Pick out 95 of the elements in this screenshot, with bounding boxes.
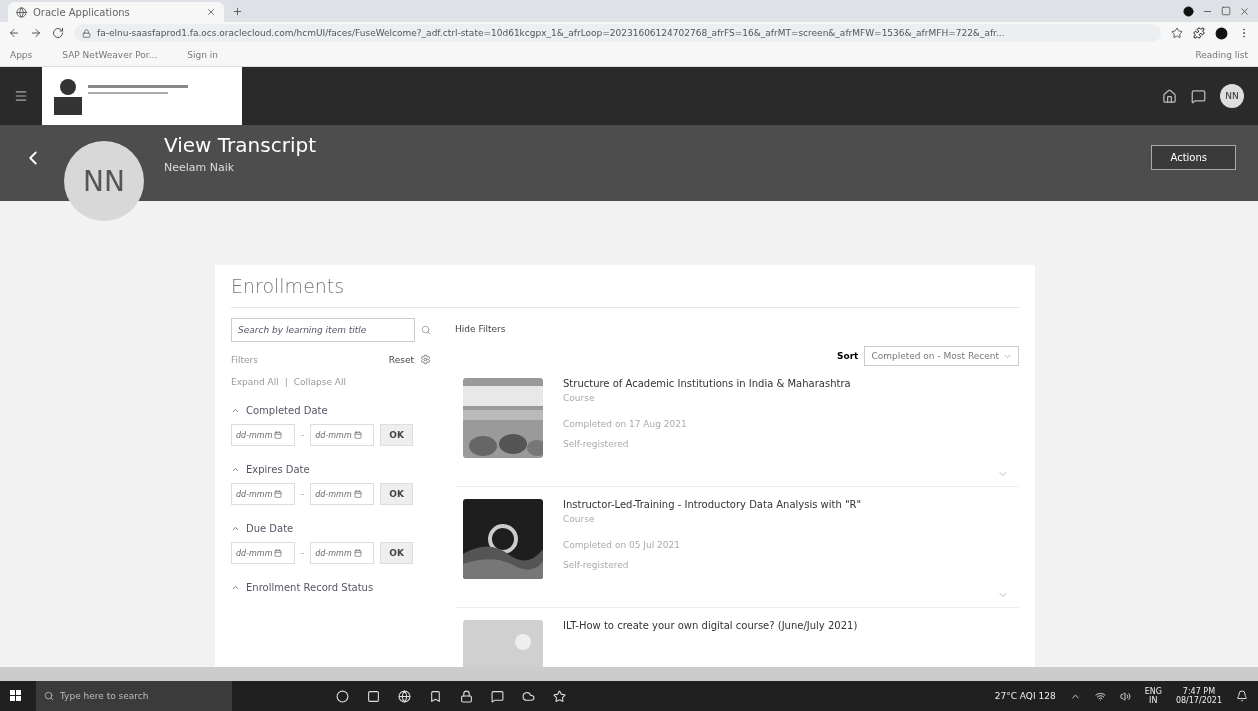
person-avatar: NN <box>64 141 144 221</box>
profile-icon[interactable] <box>1183 5 1194 17</box>
filter-group-label: Due Date <box>246 523 294 534</box>
filter-group-toggle[interactable]: Expires Date <box>231 464 431 475</box>
registration-status: Self-registered <box>563 560 630 570</box>
chevron-up-icon <box>231 524 240 533</box>
calendar-icon[interactable] <box>353 549 362 557</box>
person-name: Neelam Naik <box>164 161 236 174</box>
clock-date[interactable]: 08/17/2021 <box>1175 696 1222 705</box>
back-icon[interactable] <box>8 27 20 39</box>
filter-group-label: Enrollment Record Status <box>246 582 374 593</box>
browser-tab[interactable]: Oracle Applications <box>8 2 224 22</box>
calendar-icon[interactable] <box>274 490 283 498</box>
address-bar[interactable]: fa-elnu-saasfaprod1.fa.ocs.oraclecloud.com/hcmUI/faces/FuseWelcome?_adf.ctrl-state=10d61kcgpx_1&_afrLoop=20231606124702768_afrFS=16&_afrMT=screen&_afrMFW=1536&_afrMFH=722&_afr... <box>74 24 1161 42</box>
user-avatar[interactable]: NN <box>1220 84 1244 108</box>
volume-icon[interactable] <box>1119 690 1131 702</box>
bookmark[interactable]: Reading list <box>1195 50 1248 60</box>
date-field[interactable]: dd-mmm <box>231 424 295 446</box>
reset-link[interactable]: Reset <box>388 354 414 365</box>
range-separator: - <box>301 430 305 440</box>
calendar-icon[interactable] <box>274 431 283 439</box>
puzzle-icon[interactable] <box>1193 27 1205 39</box>
hide-filters-link[interactable]: Hide Filters <box>455 324 1019 334</box>
chevron-up-icon <box>231 465 240 474</box>
item-type: Course <box>563 514 596 524</box>
ok-button[interactable]: OK <box>380 542 413 564</box>
sort-label: Sort <box>837 351 859 361</box>
horizontal-scrollbar[interactable] <box>0 667 1258 681</box>
taskbar-app-icon[interactable] <box>429 689 442 703</box>
menu-icon[interactable] <box>14 89 28 103</box>
clock-time[interactable]: 7:47 PM <box>1182 687 1216 696</box>
taskbar-app-icon[interactable] <box>491 689 504 703</box>
bookmark[interactable]: Sign in <box>187 50 219 60</box>
language-text[interactable]: ENG <box>1144 687 1162 696</box>
forward-icon[interactable] <box>30 27 42 39</box>
taskbar-app-icon[interactable] <box>522 689 535 703</box>
date-field[interactable]: dd-mmm <box>231 542 295 564</box>
weather-text: 27°C AQI 128 <box>994 691 1056 701</box>
range-separator: - <box>301 548 305 558</box>
calendar-icon[interactable] <box>274 549 283 557</box>
ok-button[interactable]: OK <box>380 424 413 446</box>
date-field[interactable]: dd-mmm <box>310 424 375 446</box>
bookmark[interactable]: Apps <box>10 50 33 60</box>
completion-date: Completed on 05 Jul 2021 <box>563 540 681 550</box>
actions-button[interactable]: Actions <box>1151 145 1236 170</box>
filter-group-label: Completed Date <box>246 405 328 416</box>
star-icon[interactable] <box>1171 27 1183 39</box>
home-icon[interactable] <box>1162 88 1177 104</box>
course-title[interactable]: ILT-How to create your own digital course? (June/July 2021) <box>563 620 858 631</box>
date-field[interactable]: dd-mmm <box>231 483 295 505</box>
date-field[interactable]: dd-mmm <box>310 542 375 564</box>
search-icon <box>44 691 54 701</box>
lock-icon <box>82 28 91 38</box>
filter-group-toggle[interactable]: Enrollment Record Status <box>231 582 431 593</box>
restore-icon[interactable] <box>1221 6 1231 16</box>
close-icon[interactable] <box>1239 5 1250 17</box>
registration-status: Self-registered <box>563 439 630 449</box>
filter-group-label: Expires Date <box>246 464 310 475</box>
item-type: Course <box>563 393 596 403</box>
taskbar-app-icon[interactable] <box>460 689 473 703</box>
messages-icon[interactable] <box>1191 88 1206 104</box>
taskbar-app-icon[interactable] <box>398 689 411 703</box>
notifications-icon[interactable] <box>1236 690 1248 702</box>
calendar-icon[interactable] <box>353 490 362 498</box>
page-icon <box>16 6 27 18</box>
filter-group-toggle[interactable]: Completed Date <box>231 405 431 416</box>
taskbar-app-icon[interactable] <box>367 689 380 703</box>
course-title[interactable]: Structure of Academic Institutions in India & Maharashtra <box>563 378 851 389</box>
ok-button[interactable]: OK <box>380 483 413 505</box>
windows-icon[interactable] <box>10 690 22 702</box>
range-separator: - <box>301 489 305 499</box>
new-tab-icon[interactable] <box>232 5 243 17</box>
reload-icon[interactable] <box>52 27 64 39</box>
search-field[interactable]: Search by learning item title <box>231 318 415 342</box>
completion-date: Completed on 17 Aug 2021 <box>563 419 688 429</box>
bookmark[interactable]: SAP NetWeaver Por... <box>62 50 158 60</box>
taskbar-app-icon[interactable] <box>553 689 566 703</box>
wifi-icon[interactable] <box>1094 690 1106 702</box>
section-title: Enrollments <box>231 275 1019 308</box>
sort-dropdown[interactable]: Completed on - Most Recent <box>864 346 1019 366</box>
region-text[interactable]: IN <box>1149 696 1158 705</box>
filters-label: Filters <box>231 354 258 365</box>
settings-icon[interactable] <box>420 354 431 365</box>
course-title[interactable]: Instructor-Led-Training - Introductory Data Analysis with "R" <box>563 499 862 510</box>
filter-group-toggle[interactable]: Due Date <box>231 523 431 534</box>
page-title: View Transcript <box>164 133 316 157</box>
chevron-up-icon <box>231 583 240 592</box>
link-separator: | <box>284 377 288 387</box>
taskbar-search[interactable]: Type here to search <box>36 681 232 711</box>
taskbar-app-icon[interactable] <box>336 689 349 703</box>
chevron-up-icon <box>231 406 240 415</box>
profile-icon[interactable] <box>1215 26 1228 40</box>
date-field[interactable]: dd-mmm <box>310 483 375 505</box>
calendar-icon[interactable] <box>353 431 362 439</box>
close-icon[interactable] <box>206 7 216 17</box>
